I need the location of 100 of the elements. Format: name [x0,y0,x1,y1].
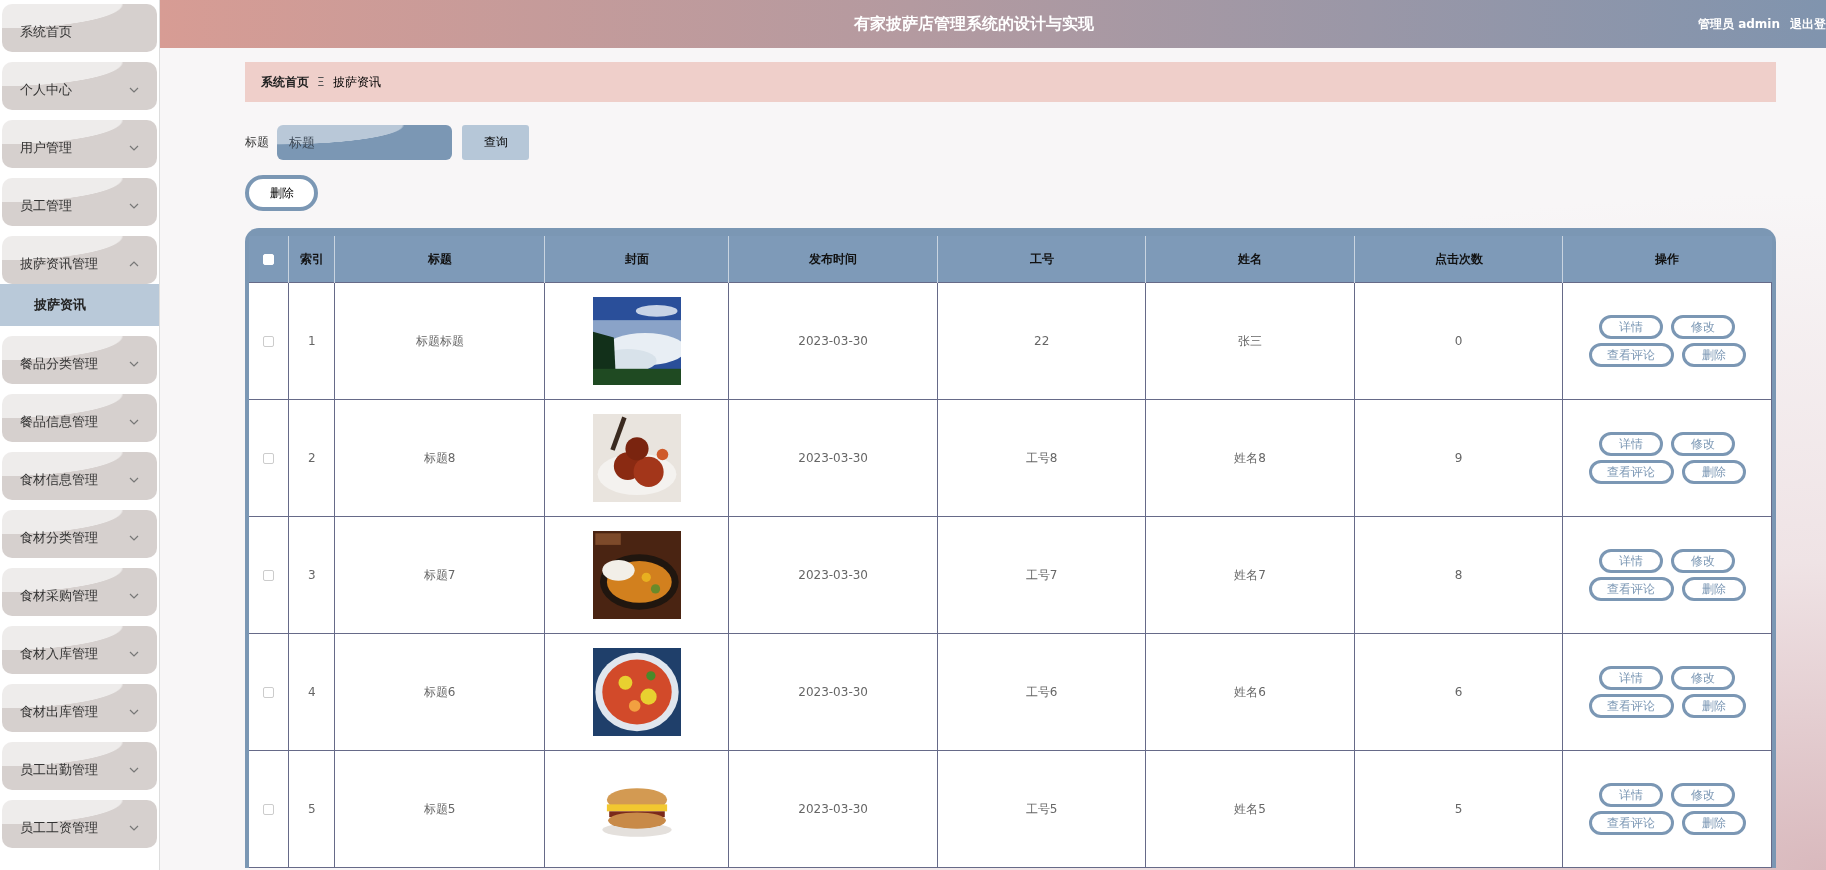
search-label: 标题 [245,134,269,151]
chevron-down-icon [129,709,139,715]
table-cell: 2023-03-30 [728,516,938,634]
column-header: 操作 [1562,236,1772,283]
action-button[interactable]: 详情 [1599,783,1664,807]
row-checkbox[interactable] [263,687,275,698]
table-cell: 9 [1354,399,1563,517]
table-cell: 姓名5 [1145,750,1355,868]
chevron-down-icon [129,651,139,657]
sidebar-item[interactable]: 食材采购管理 [2,568,157,616]
table-cell: 工号5 [937,750,1146,868]
action-button[interactable]: 删除 [1681,811,1746,835]
table-cell: 2023-03-30 [728,282,938,400]
table-cell: 4 [288,633,335,751]
action-button[interactable]: 详情 [1599,549,1664,573]
action-button[interactable]: 删除 [1681,343,1746,367]
table-cell: 2023-03-30 [728,633,938,751]
sidebar-item[interactable]: 系统首页 [2,4,157,52]
sidebar-item[interactable]: 餐品分类管理 [2,336,157,384]
action-button[interactable]: 详情 [1599,315,1664,339]
table-cell: 0 [1354,282,1563,400]
chevron-up-icon [129,261,139,267]
user-label: 管理员 admin [1697,15,1780,33]
action-button[interactable]: 查看评论 [1588,577,1674,601]
table-cell: 工号7 [937,516,1146,634]
table-cell: 标题标题 [334,282,545,400]
action-button[interactable]: 查看评论 [1588,694,1674,718]
sidebar-item[interactable]: 食材信息管理 [2,452,157,500]
table-cell: 姓名6 [1145,633,1355,751]
column-header: 点击次数 [1354,236,1563,283]
column-header: 封面 [544,236,729,283]
table-cell: 2023-03-30 [728,399,938,517]
table-cell: 6 [1354,633,1563,751]
chevron-down-icon [129,145,139,151]
action-button[interactable]: 详情 [1599,432,1664,456]
logout-link[interactable]: 退出登 [1790,15,1826,33]
chevron-down-icon [129,593,139,599]
column-header: 标题 [334,236,545,283]
action-button[interactable]: 查看评论 [1588,811,1674,835]
breadcrumb-home[interactable]: 系统首页 [261,73,309,91]
action-button[interactable]: 删除 [1681,577,1746,601]
sidebar-item[interactable]: 用户管理 [2,120,157,168]
chevron-down-icon [129,87,139,93]
sidebar-item[interactable]: 员工管理 [2,178,157,226]
chevron-down-icon [129,477,139,483]
row-checkbox[interactable] [263,336,275,347]
column-header: 工号 [937,236,1146,283]
search-field[interactable]: 标题 [277,125,452,160]
chevron-down-icon [129,419,139,425]
action-button[interactable]: 修改 [1671,315,1736,339]
chevron-down-icon [129,535,139,541]
table-cell: 张三 [1145,282,1355,400]
row-checkbox[interactable] [263,453,275,464]
sidebar-subitem[interactable]: 披萨资讯 [0,284,159,326]
sidebar-item[interactable]: 食材出库管理 [2,684,157,732]
query-button[interactable]: 查询 [462,125,529,160]
sidebar-item[interactable]: 个人中心 [2,62,157,110]
table-cell: 姓名7 [1145,516,1355,634]
select-all-checkbox[interactable] [263,254,275,265]
system-title: 有家披萨店管理系统的设计与实现 [853,13,1095,35]
sidebar-item[interactable]: 员工出勤管理 [2,742,157,790]
chevron-down-icon [129,203,139,209]
chevron-down-icon [129,361,139,367]
table-cell: 2 [288,399,335,517]
action-button[interactable]: 修改 [1671,549,1736,573]
table-cell: 2023-03-30 [728,750,938,868]
column-header: 发布时间 [728,236,938,283]
table-cell: 8 [1354,516,1563,634]
sidebar-item[interactable]: 员工工资管理 [2,800,157,848]
delete-button[interactable]: 删除 [245,175,318,211]
sidebar-item[interactable]: 食材分类管理 [2,510,157,558]
action-button[interactable]: 删除 [1681,694,1746,718]
table-cell: 5 [288,750,335,868]
action-button[interactable]: 删除 [1681,460,1746,484]
table-cell: 标题8 [334,399,545,517]
action-button[interactable]: 查看评论 [1588,343,1674,367]
table-cell: 工号6 [937,633,1146,751]
sidebar-item[interactable]: 披萨资讯管理 [2,236,157,284]
table-cell: 标题6 [334,633,545,751]
breadcrumb-current: 披萨资讯 [332,73,381,91]
table-cell: 姓名8 [1145,399,1355,517]
action-button[interactable]: 修改 [1671,666,1736,690]
action-button[interactable]: 修改 [1671,783,1736,807]
table-cell: 3 [288,516,335,634]
action-button[interactable]: 修改 [1671,432,1736,456]
table-cell: 标题5 [334,750,545,868]
action-button[interactable]: 查看评论 [1588,460,1674,484]
table-cell: 5 [1354,750,1563,868]
breadcrumb-separator: Ξ [317,75,325,89]
sidebar-item[interactable]: 餐品信息管理 [2,394,157,442]
action-button[interactable]: 详情 [1599,666,1664,690]
chevron-down-icon [129,767,139,773]
column-header: 索引 [288,236,335,283]
row-checkbox[interactable] [263,804,275,815]
row-checkbox[interactable] [263,570,275,581]
column-header: 姓名 [1145,236,1355,283]
table-cell: 工号8 [937,399,1146,517]
table-cell: 标题7 [334,516,545,634]
table-cell: 22 [937,282,1146,400]
sidebar-item[interactable]: 食材入库管理 [2,626,157,674]
